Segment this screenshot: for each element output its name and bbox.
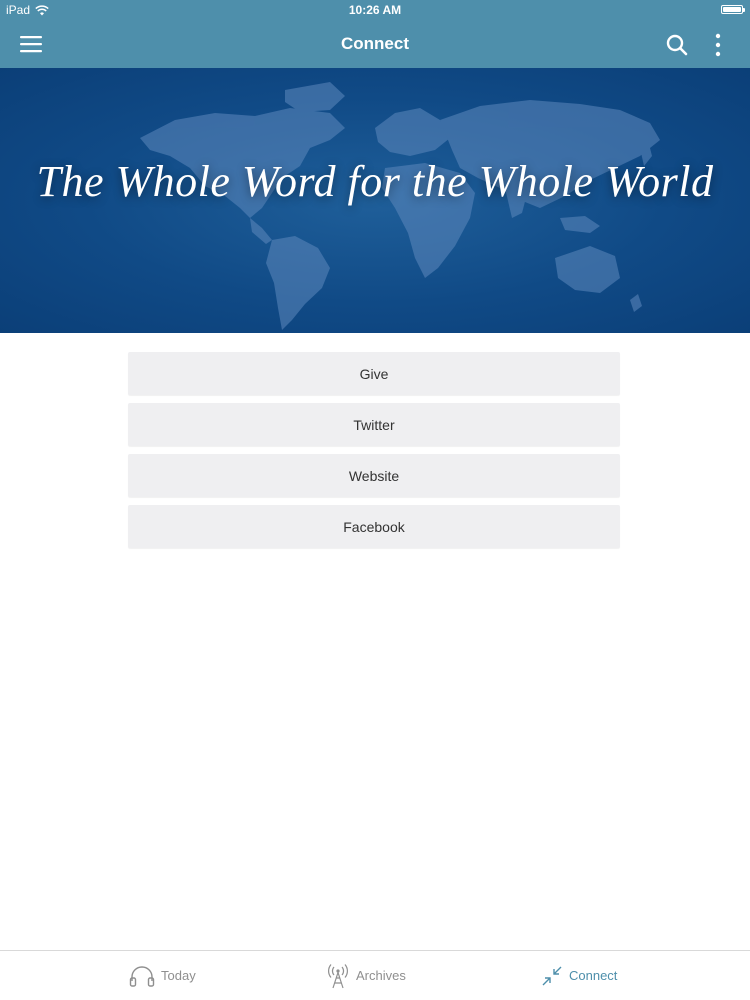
radio-tower-icon [328,963,348,988]
tab-archives-label: Archives [356,968,406,983]
facebook-button[interactable]: Facebook [128,505,620,548]
link-list: Give Twitter Website Facebook [128,352,620,556]
search-icon[interactable] [666,34,688,56]
header: iPad 10:26 AM Connect [0,0,750,68]
tab-today-label: Today [161,968,196,983]
give-button[interactable]: Give [128,352,620,395]
tab-bar: Today Archives Connect [0,950,750,1000]
app-screen: iPad 10:26 AM Connect The Whole Word for… [0,0,750,1000]
tab-today[interactable]: Today [129,951,196,1000]
status-time: 10:26 AM [348,3,402,17]
headphones-icon [129,965,155,987]
connect-arrows-icon [542,966,562,985]
hero-tagline: The Whole Word for the Whole World [36,157,714,206]
tab-connect[interactable]: Connect [541,951,617,1000]
website-button[interactable]: Website [128,454,620,497]
twitter-button[interactable]: Twitter [128,403,620,446]
navigation-bar: Connect [0,22,750,68]
tab-connect-label: Connect [569,968,618,983]
tab-archives[interactable]: Archives [326,951,406,1000]
battery-icon [721,5,745,14]
hero-banner: The Whole Word for the Whole World [0,68,750,333]
page-title: Connect [341,34,409,53]
more-options-icon[interactable] [710,33,726,57]
status-bar: iPad 10:26 AM [0,0,750,22]
